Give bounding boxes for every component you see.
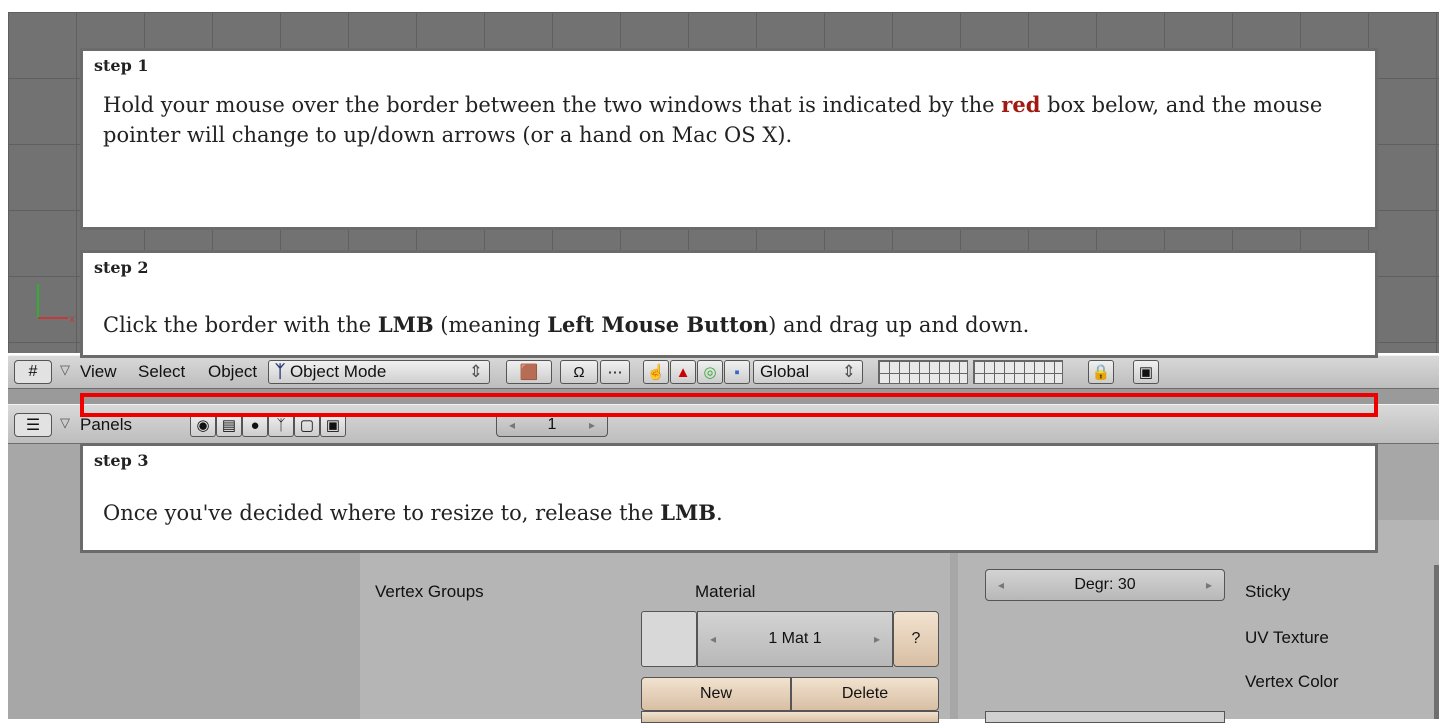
pivot-icon[interactable]: Ω [560, 360, 598, 384]
menu-view[interactable]: View [80, 360, 117, 384]
degr-field[interactable]: ◂ Degr: 30 ▸ [985, 569, 1225, 601]
mesh-buttons-row[interactable] [985, 711, 1225, 723]
step-3-text-a: Once you've decided where to resize to, … [103, 501, 661, 525]
collapse-triangle-icon[interactable]: ▽ [60, 362, 70, 386]
mode-dropdown[interactable]: ᛉ Object Mode ⇕ [268, 360, 490, 384]
step-1-highlight: red [1001, 92, 1041, 117]
step-3-text: Once you've decided where to resize to, … [103, 498, 1357, 528]
layer-buttons-left[interactable] [878, 360, 968, 384]
translate-manipulator-icon[interactable]: ▲ [670, 360, 696, 384]
step-1-title: step 1 [94, 56, 149, 75]
window-type-buttons-icon[interactable]: ☰ [14, 413, 52, 437]
degr-value: Degr: 30 [1074, 576, 1136, 593]
menu-object[interactable]: Object [208, 360, 257, 384]
snap-grid-icon[interactable]: ⋯ [600, 360, 630, 384]
step-2-title: step 2 [94, 258, 149, 277]
material-index-field[interactable]: ◂ 1 Mat 1 ▸ [697, 611, 893, 667]
material-select-buttons[interactable] [641, 711, 939, 723]
material-help-button[interactable]: ? [893, 611, 939, 667]
arrow-left-icon: ◂ [998, 578, 1005, 592]
step-1-text-a: Hold your mouse over the border between … [103, 93, 1002, 117]
menu-select[interactable]: Select [138, 360, 185, 384]
step-2-text-a: Click the border with the [103, 313, 378, 337]
step-3-title: step 3 [94, 451, 149, 470]
render-image-icon[interactable]: ▣ [1133, 360, 1159, 384]
step-1-callout: step 1 Hold your mouse over the border b… [80, 48, 1378, 230]
scale-manipulator-icon[interactable]: ▪ [724, 360, 750, 384]
step-2-bold-b: Left Mouse Button [547, 312, 769, 337]
material-label: Material [695, 582, 756, 601]
step-1-text: Hold your mouse over the border between … [103, 90, 1357, 150]
vertex-color-label: Vertex Color [1245, 672, 1339, 691]
3d-view-header: # ▽ View Select Object ᛉ Object Mode ⇕ 🟫… [8, 355, 1439, 389]
lock-icon[interactable]: 🔒 [1088, 360, 1114, 384]
rotate-manipulator-icon[interactable]: ◎ [697, 360, 723, 384]
step-2-bold-a: LMB [377, 312, 434, 337]
chevron-updown-icon: ⇕ [468, 362, 483, 381]
step-2-text-b: (meaning [433, 313, 548, 337]
page-field-value: 1 [547, 416, 557, 433]
material-color-swatch[interactable] [641, 611, 697, 667]
mode-dropdown-label: Object Mode [289, 362, 387, 381]
object-mode-icon: ᛉ [275, 362, 286, 381]
panel-edge [1434, 565, 1439, 719]
chevron-updown-icon: ⇕ [841, 362, 856, 381]
orientation-dropdown[interactable]: Global ⇕ [753, 360, 863, 384]
step-3-callout: step 3 Once you've decided where to resi… [80, 443, 1378, 553]
uv-texture-label: UV Texture [1245, 628, 1329, 647]
collapse-triangle-icon[interactable]: ▽ [60, 415, 70, 439]
orientation-dropdown-label: Global [760, 362, 810, 381]
step-2-text: Click the border with the LMB (meaning L… [103, 310, 1357, 340]
arrow-right-icon: ▸ [588, 418, 595, 432]
arrow-left-icon: ◂ [710, 632, 717, 646]
window-border-highlight [80, 393, 1378, 417]
step-2-callout: step 2 Click the border with the LMB (me… [80, 250, 1378, 358]
hand-manipulator-icon[interactable]: ☝ [643, 360, 669, 384]
material-index-value: 1 Mat 1 [768, 630, 822, 647]
new-material-button[interactable]: New [641, 677, 791, 711]
arrow-left-icon: ◂ [509, 418, 516, 432]
window-type-grid-icon[interactable]: # [14, 360, 52, 384]
arrow-right-icon: ▸ [873, 632, 880, 646]
arrow-right-icon: ▸ [1205, 578, 1212, 592]
sticky-label: Sticky [1245, 582, 1291, 601]
draw-type-icon[interactable]: 🟫 [506, 360, 552, 384]
svg-text:x: x [69, 314, 75, 325]
layer-buttons-right[interactable] [973, 360, 1063, 384]
step-3-bold-a: LMB [660, 500, 716, 525]
step-3-text-b: . [715, 501, 723, 525]
vertex-groups-label: Vertex Groups [375, 582, 484, 601]
delete-material-button[interactable]: Delete [791, 677, 939, 711]
axis-gizmo-icon: x [37, 284, 75, 325]
step-2-text-c: ) and drag up and down. [768, 313, 1030, 337]
